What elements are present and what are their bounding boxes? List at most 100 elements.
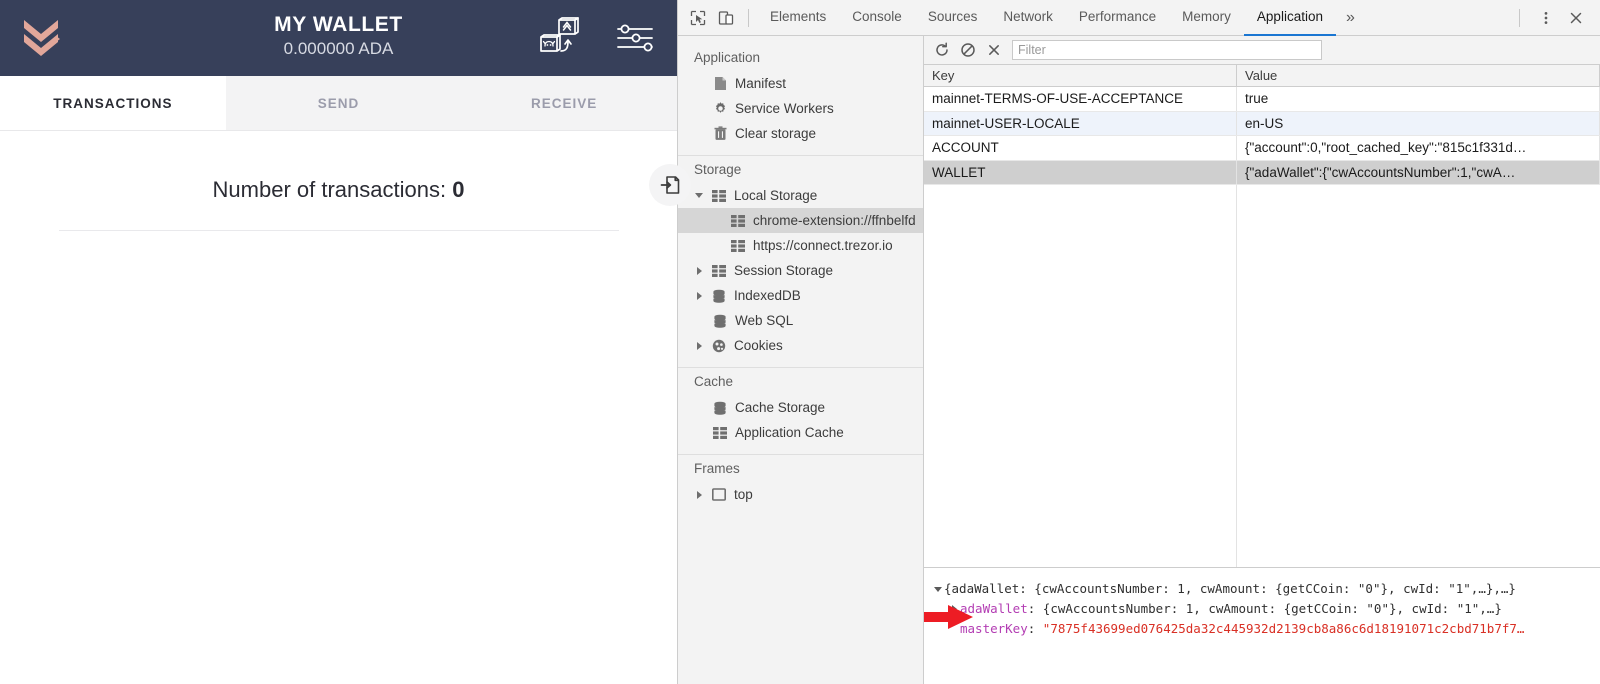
sidebar-item-session-storage-label: Session Storage bbox=[734, 263, 834, 278]
sidebar-item-application-cache-label: Application Cache bbox=[735, 425, 844, 440]
table-row[interactable]: WALLET {"adaWallet":{"cwAccountsNumber":… bbox=[924, 160, 1600, 185]
table-grid-icon bbox=[711, 189, 727, 202]
sidebar-item-web-sql-label: Web SQL bbox=[735, 313, 794, 328]
sidebar-item-chrome-extension-origin[interactable]: chrome-extension://ffnbelfd bbox=[678, 208, 923, 233]
row-value-text: {"adaWallet":{"cwAccountsNumber":1,"cwA… bbox=[1245, 164, 1516, 180]
preview-adawallet-line[interactable]: adaWallet : {cwAccountsNumber: 1, cwAmou… bbox=[932, 599, 1600, 619]
tab-memory[interactable]: Memory bbox=[1169, 0, 1244, 36]
tab-console[interactable]: Console bbox=[839, 0, 915, 36]
wallet-header-actions bbox=[537, 0, 655, 76]
sidebar-item-cache-storage-label: Cache Storage bbox=[735, 400, 826, 415]
expand-triangle-icon[interactable] bbox=[694, 341, 704, 350]
tab-performance[interactable]: Performance bbox=[1066, 0, 1169, 36]
tab-sources-label: Sources bbox=[927, 9, 978, 24]
expand-triangle-icon[interactable] bbox=[694, 193, 704, 198]
close-icon[interactable] bbox=[1562, 4, 1590, 32]
sidebar-item-web-sql[interactable]: Web SQL bbox=[678, 308, 923, 333]
tab-network[interactable]: Network bbox=[990, 0, 1066, 36]
database-icon bbox=[712, 401, 728, 415]
tab-send-label: SEND bbox=[317, 95, 360, 111]
devtools-toolbar: Elements Console Sources Network Perform… bbox=[678, 0, 1600, 36]
sidebar-item-trezor-origin[interactable]: https://connect.trezor.io bbox=[678, 233, 923, 258]
settings-sliders-icon[interactable] bbox=[615, 22, 655, 54]
tab-send[interactable]: SEND bbox=[225, 76, 452, 130]
sidebar-group-application: Application Manifest Service Workers Cle… bbox=[678, 44, 923, 156]
table-row[interactable]: ACCOUNT {"account":0,"root_cached_key":"… bbox=[924, 136, 1600, 161]
sidebar-item-indexeddb[interactable]: IndexedDB bbox=[678, 283, 923, 308]
sidebar-item-cache-storage[interactable]: Cache Storage bbox=[678, 395, 923, 420]
tab-application[interactable]: Application bbox=[1243, 0, 1336, 36]
preview-root-line[interactable]: {adaWallet: {cwAccountsNumber: 1, cwAmou… bbox=[932, 579, 1600, 599]
row-key-text: WALLET bbox=[932, 164, 986, 180]
screen-root: MY WALLET 0.000000 ADA TRANSACTIONS SEND… bbox=[0, 0, 1600, 684]
more-options-icon[interactable] bbox=[1532, 4, 1560, 32]
sidebar-item-manifest[interactable]: Manifest bbox=[678, 71, 923, 96]
refresh-icon[interactable] bbox=[930, 38, 954, 62]
row-key: mainnet-USER-LOCALE bbox=[924, 111, 1237, 135]
clear-all-icon[interactable] bbox=[956, 38, 980, 62]
row-value: true bbox=[1237, 87, 1600, 111]
tab-transactions[interactable]: TRANSACTIONS bbox=[0, 76, 226, 130]
collapse-triangle-icon[interactable] bbox=[932, 586, 944, 592]
column-header-value[interactable]: Value bbox=[1237, 65, 1600, 86]
sidebar-item-application-cache[interactable]: Application Cache bbox=[678, 420, 923, 445]
devtools-toolbar-right bbox=[1509, 4, 1594, 32]
wallet-switch-icon[interactable] bbox=[537, 17, 589, 59]
table-empty-area bbox=[924, 185, 1600, 567]
sidebar-item-top-frame[interactable]: top bbox=[678, 482, 923, 507]
toolbar-divider bbox=[748, 8, 749, 27]
transaction-count-row: Number of transactions: 0 bbox=[59, 164, 691, 214]
sidebar-item-clear-storage[interactable]: Clear storage bbox=[678, 121, 923, 146]
table-header-row: Key Value bbox=[924, 65, 1600, 87]
sidebar-item-local-storage-label: Local Storage bbox=[734, 188, 818, 203]
delete-selected-icon[interactable] bbox=[982, 38, 1006, 62]
preview-colon: : bbox=[1027, 621, 1043, 636]
row-key: mainnet-TERMS-OF-USE-ACCEPTANCE bbox=[924, 87, 1237, 111]
column-header-key[interactable]: Key bbox=[924, 65, 1237, 86]
expand-triangle-icon[interactable] bbox=[694, 291, 704, 300]
tab-receive[interactable]: RECEIVE bbox=[451, 76, 678, 130]
yoroi-chevron-logo[interactable] bbox=[14, 17, 70, 59]
table-row[interactable]: mainnet-TERMS-OF-USE-ACCEPTANCE true bbox=[924, 87, 1600, 112]
table-grid-icon bbox=[711, 264, 727, 277]
sidebar-item-cookies[interactable]: Cookies bbox=[678, 333, 923, 358]
tab-sources[interactable]: Sources bbox=[915, 0, 991, 36]
database-icon bbox=[711, 289, 727, 303]
transaction-count-label: Number of transactions: bbox=[212, 177, 447, 202]
device-toolbar-icon[interactable] bbox=[712, 4, 740, 32]
inspect-element-icon[interactable] bbox=[684, 4, 712, 32]
preview-adawallet-value: {cwAccountsNumber: 1, cwAmount: {getCCoi… bbox=[1042, 601, 1502, 616]
export-transactions-button[interactable] bbox=[648, 164, 691, 206]
preview-masterkey-line[interactable]: masterKey : "7875f43699ed076425da32c4459… bbox=[932, 619, 1600, 639]
storage-key-value-table: Key Value mainnet-TERMS-OF-USE-ACCEPTANC… bbox=[924, 65, 1600, 567]
expand-triangle-icon[interactable] bbox=[948, 605, 960, 613]
sidebar-item-service-workers[interactable]: Service Workers bbox=[678, 96, 923, 121]
sidebar-item-service-workers-label: Service Workers bbox=[735, 101, 834, 116]
frame-icon bbox=[711, 488, 727, 501]
devtools-main: Application Manifest Service Workers Cle… bbox=[678, 36, 1600, 684]
manifest-file-icon bbox=[712, 76, 728, 91]
sidebar-group-cache: Cache Cache Storage Application Cache bbox=[678, 368, 923, 455]
sidebar-group-frames: Frames top bbox=[678, 455, 923, 516]
table-row[interactable]: mainnet-USER-LOCALE en-US bbox=[924, 111, 1600, 136]
tab-elements[interactable]: Elements bbox=[757, 0, 839, 36]
sidebar-group-storage-title: Storage bbox=[694, 162, 742, 177]
row-key-text: ACCOUNT bbox=[932, 140, 999, 156]
table-grid-icon bbox=[712, 426, 728, 439]
row-value-text: en-US bbox=[1245, 115, 1284, 131]
more-tabs-chevron-icon[interactable]: » bbox=[1336, 9, 1365, 27]
preview-masterkey-key: masterKey bbox=[960, 621, 1028, 636]
storage-filter-input[interactable] bbox=[1012, 40, 1322, 60]
preview-root-text: {adaWallet: {cwAccountsNumber: 1, cwAmou… bbox=[944, 581, 1516, 596]
sidebar-item-local-storage[interactable]: Local Storage bbox=[678, 183, 923, 208]
preview-masterkey-value: "7875f43699ed076425da32c445932d2139cb8a8… bbox=[1042, 621, 1525, 636]
cookie-icon bbox=[711, 339, 727, 353]
row-key: ACCOUNT bbox=[924, 136, 1237, 160]
sidebar-item-session-storage[interactable]: Session Storage bbox=[678, 258, 923, 283]
database-icon bbox=[712, 314, 728, 328]
expand-triangle-icon[interactable] bbox=[694, 490, 704, 499]
row-key-text: mainnet-USER-LOCALE bbox=[932, 115, 1080, 131]
expand-triangle-icon[interactable] bbox=[694, 266, 704, 275]
row-value-text: true bbox=[1245, 91, 1269, 107]
tab-elements-label: Elements bbox=[770, 9, 827, 24]
